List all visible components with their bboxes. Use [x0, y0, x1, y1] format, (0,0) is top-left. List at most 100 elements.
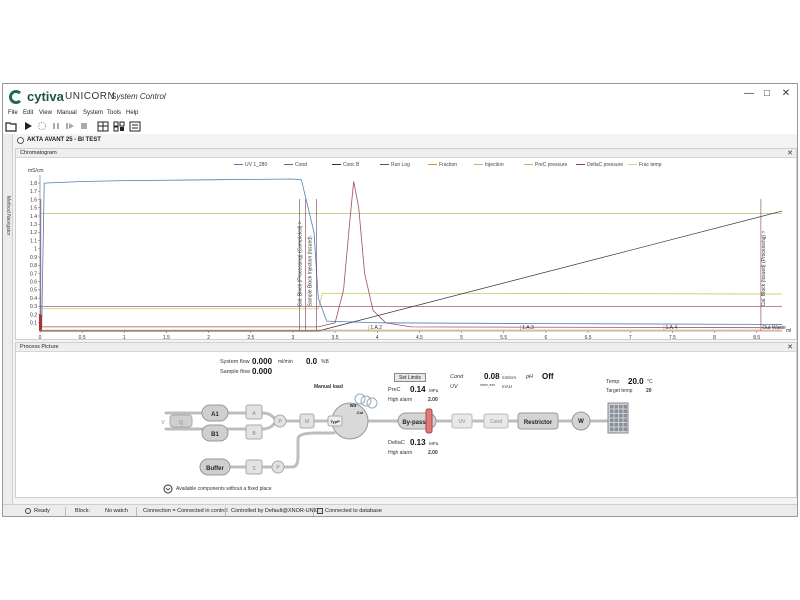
run-log-text: Cal. Block (Processing) (Completed) >	[297, 221, 303, 306]
app-name: UNICORN	[65, 91, 116, 102]
maximize-button[interactable]: □	[759, 87, 775, 101]
x-tick-label: 0.5	[79, 335, 86, 341]
x-tick-label: 0	[39, 335, 42, 341]
run-log-bar	[39, 314, 42, 331]
pause-icon[interactable]	[51, 121, 61, 131]
x-tick-label: 8.5	[753, 335, 760, 341]
system-name: AKTA AVANT 25 - BI TEST	[27, 137, 101, 143]
x-tick-label: 6	[545, 335, 548, 341]
end-icon[interactable]	[79, 121, 89, 131]
menu-tools[interactable]: Tools	[107, 110, 121, 116]
fraction-tube	[623, 418, 627, 422]
chevron-down-icon[interactable]	[163, 484, 173, 494]
fraction-tube	[623, 414, 627, 418]
open-folder-icon[interactable]	[5, 121, 17, 132]
fraction-tube	[619, 405, 623, 409]
fraction-tube	[614, 405, 618, 409]
y-tick-label: 0.3	[30, 304, 37, 310]
layout-icon[interactable]	[97, 121, 109, 132]
mixer-label: M	[305, 419, 309, 425]
y-tick-label: 0.7	[30, 271, 37, 277]
fraction-tube	[610, 414, 614, 418]
fraction-tube	[619, 418, 623, 422]
menu-file[interactable]: File	[8, 110, 18, 116]
conc-b-series-line	[40, 210, 783, 332]
system-connection-radio[interactable]	[17, 137, 24, 144]
uv-monitor-label: UV	[459, 419, 467, 425]
x-tick-label: 5.5	[500, 335, 507, 341]
y-tick-label: 0.6	[30, 280, 37, 286]
status-bar: Ready Block: No watch Connection = Conne…	[3, 504, 797, 516]
fraction-tube	[614, 409, 618, 413]
fraction-tube	[623, 405, 627, 409]
run-log-text: Cal. Block (Issued) (Processing) >	[761, 231, 767, 307]
fraction-tube	[619, 409, 623, 413]
y-tick-label: 1.1	[30, 238, 37, 244]
injection-valve-col-label: Col	[357, 410, 363, 415]
process-picture-panel: Process Picture ✕ System flow 0.000 ml/m…	[15, 342, 797, 498]
x-tick-label: 3.5	[332, 335, 339, 341]
minimize-button[interactable]: —	[741, 87, 757, 101]
menu-system[interactable]: System	[83, 110, 103, 116]
menu-manual[interactable]: Manual	[57, 110, 77, 116]
toolbar	[3, 120, 797, 134]
run-icon[interactable]	[23, 121, 33, 131]
fraction-tube	[610, 427, 614, 431]
buffer-inlet-label: Buffer	[206, 466, 224, 472]
fraction-tube	[614, 423, 618, 427]
method-navigator-strip[interactable]: Method Navigator	[3, 134, 13, 508]
inlet-a1-label: A1	[211, 412, 219, 418]
title-bar: cytiva UNICORN System Control — □ ✕	[3, 84, 797, 110]
fraction-tube	[623, 409, 627, 413]
x-tick-label: 1.5	[163, 335, 170, 341]
injection-valve-w3-label: W3	[350, 403, 357, 408]
method-navigator-label: Method Navigator	[5, 196, 11, 236]
menu-edit[interactable]: Edit	[23, 110, 33, 116]
menu-view[interactable]: View	[39, 110, 52, 116]
y-tick-label: 1.7	[30, 189, 37, 195]
column-bypass-label: By-pass	[402, 420, 426, 426]
y-tick-label: 1.5	[30, 206, 37, 212]
menu-bar: File Edit View Manual System Tools Help	[3, 110, 797, 120]
x-tick-label: 7.5	[669, 335, 676, 341]
y-tick-label: 1.2	[30, 230, 37, 236]
fraction-tube	[614, 414, 618, 418]
inlet-valve-q-label: Q	[179, 420, 183, 426]
fraction-tube	[610, 418, 614, 422]
system-settings-icon[interactable]	[113, 121, 125, 132]
y-tick-label: 0.9	[30, 255, 37, 261]
flow-diagram: Q V A1 B1 Buffer A B S P P M TypP W3 Col…	[161, 393, 629, 494]
fraction-tube	[610, 423, 614, 427]
wait-icon[interactable]	[37, 121, 47, 131]
menu-help[interactable]: Help	[126, 110, 138, 116]
y-tick-label: 1.3	[30, 222, 37, 228]
injection-valve-typ-label: TypP	[330, 419, 340, 424]
fraction-tube	[619, 423, 623, 427]
close-window-button[interactable]: ✕	[778, 87, 794, 101]
cond-series-line	[40, 181, 783, 329]
x-axis-unit: ml	[786, 328, 791, 334]
run-log-text: Sample Block Injection (Issued)	[308, 236, 314, 306]
status-connection: Connection = Connected in control	[143, 508, 228, 514]
fraction-tube	[623, 423, 627, 427]
chromatogram-plot[interactable]: 1.8 1.7 1.6 1.5 1.4 1.3 1.2 1.1 1 0.9 0.8 0.7 0.6 0.5…	[16, 149, 798, 341]
unicorn-window: cytiva UNICORN System Control — □ ✕ File…	[2, 83, 798, 517]
x-tick-label: 2.5	[247, 335, 254, 341]
fraction-tube	[614, 427, 618, 431]
x-tick-label: 4	[376, 335, 379, 341]
y-tick-label: 1	[34, 247, 37, 253]
continue-icon[interactable]	[65, 121, 75, 131]
y-tick-label: 0.8	[30, 263, 37, 269]
available-components-link[interactable]: Available components without a fixed pla…	[176, 486, 272, 492]
cytiva-logo-icon	[9, 90, 23, 104]
x-tick-label: 1	[123, 335, 126, 341]
status-block-value: No watch	[105, 508, 128, 514]
y-tick-label: 0.1	[30, 321, 37, 327]
system-bar: AKTA AVANT 25 - BI TEST	[13, 136, 797, 146]
fraction-collector-icon[interactable]	[607, 402, 629, 434]
x-tick-label: 3	[292, 335, 295, 341]
x-tick-label: 5	[460, 335, 463, 341]
customize-icon[interactable]	[129, 121, 141, 132]
outlet-valve-w-label: W	[578, 419, 584, 425]
fraction-tube	[610, 409, 614, 413]
